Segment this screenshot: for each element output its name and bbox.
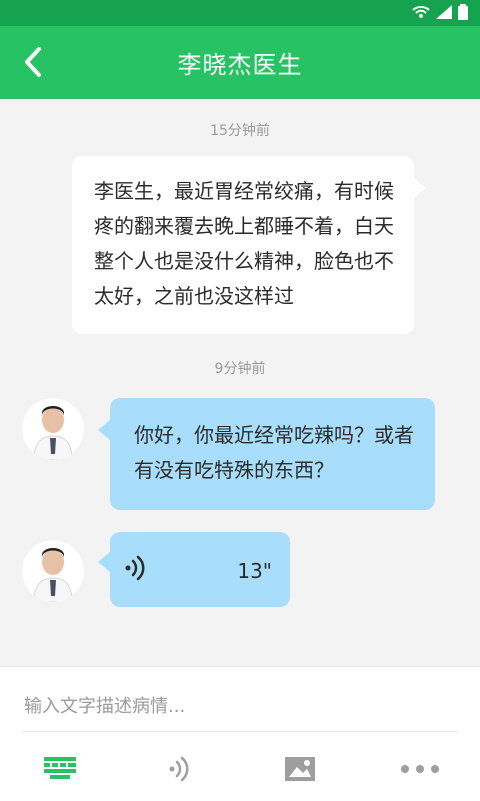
doctor-name-title: 李晓杰医生 [177, 51, 303, 79]
doctor-message-text: 你好，你最近经常吃辣吗？或者有没有吃特殊的东西？ [134, 423, 414, 482]
input-panel [0, 666, 480, 801]
doctor-message-bubble: 你好，你最近经常吃辣吗？或者有没有吃特殊的东西？ [98, 398, 435, 510]
doctor-avatar[interactable] [22, 398, 84, 460]
status-bar [0, 0, 480, 26]
user-message-bubble: 李医生，最近胃经常绞痛，有时候疼的翻来覆去晚上都睡不着，白天整个人也是没什么精神… [72, 156, 426, 334]
image-icon [285, 757, 315, 781]
doctor-avatar[interactable] [22, 540, 84, 602]
doctor-voice-message[interactable]: 13" [98, 532, 290, 607]
wifi-icon [412, 6, 430, 18]
voice-icon [169, 756, 189, 782]
message-input[interactable] [22, 685, 466, 727]
voice-button[interactable] [150, 746, 210, 792]
voice-duration: 13" [237, 559, 272, 583]
doctor-avatar-icon [22, 398, 84, 460]
timestamp-1: 15分钟前 [210, 123, 270, 139]
keyboard-button[interactable] [30, 746, 90, 792]
input-divider [22, 731, 458, 732]
more-icon [401, 765, 439, 773]
signal-icon [436, 5, 452, 19]
toolbar [0, 737, 480, 801]
doctor-avatar-icon [22, 540, 84, 602]
keyboard-icon [44, 757, 76, 779]
top-bar: 李晓杰医生 [0, 26, 480, 99]
timestamp-2: 9分钟前 [214, 361, 266, 377]
image-button[interactable] [270, 746, 330, 792]
more-button[interactable] [390, 746, 450, 792]
user-message-text: 李医生，最近胃经常绞痛，有时候疼的翻来覆去晚上都睡不着，白天整个人也是没什么精神… [94, 179, 394, 308]
battery-icon [458, 4, 468, 20]
voice-wave-icon [125, 555, 145, 581]
status-icons [412, 4, 468, 20]
